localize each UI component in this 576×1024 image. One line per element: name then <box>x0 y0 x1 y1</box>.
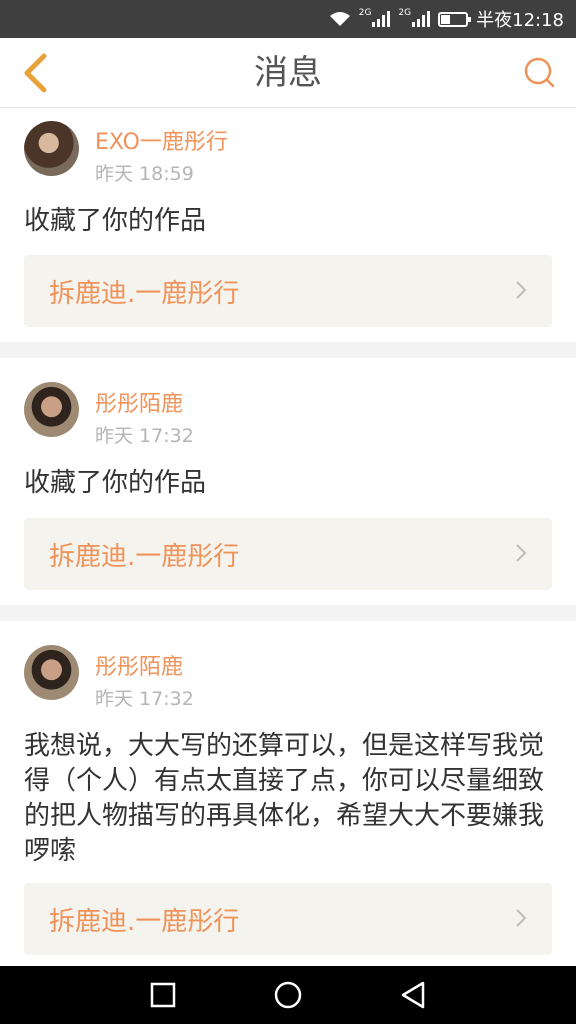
message-time: 昨天 17:32 <box>95 688 194 710</box>
clock: 半夜12:18 <box>476 10 564 31</box>
network-type-label: 2G <box>398 8 412 18</box>
message-time: 昨天 17:32 <box>95 425 194 447</box>
status-bar: 2G 2G 半夜12:18 <box>0 0 576 38</box>
work-link[interactable]: 拆鹿迪.一鹿彤行 <box>24 255 552 327</box>
divider <box>0 605 576 621</box>
chevron-right-icon <box>516 281 527 299</box>
message-username[interactable]: 彤彤陌鹿 <box>95 649 183 681</box>
message-card: 彤彤陌鹿 昨天 17:32 收藏了你的作品 拆鹿迪.一鹿彤行 <box>0 358 576 605</box>
message-text: 收藏了你的作品 <box>24 468 207 498</box>
message-text: 收藏了你的作品 <box>24 206 207 236</box>
message-username[interactable]: EXO一鹿彤行 <box>95 124 228 156</box>
work-link[interactable]: 拆鹿迪.一鹿彤行 <box>24 518 552 590</box>
signal-icon: 2G <box>358 8 391 27</box>
chevron-right-icon <box>516 909 527 927</box>
search-button[interactable] <box>516 50 562 96</box>
search-icon <box>524 57 555 88</box>
chevron-right-icon <box>516 544 527 562</box>
recent-apps-button[interactable] <box>143 975 183 1015</box>
page-title: 消息 <box>254 53 322 93</box>
back-nav-button[interactable] <box>393 975 433 1015</box>
message-list[interactable]: EXO一鹿彤行 昨天 18:59 收藏了你的作品 拆鹿迪.一鹿彤行 彤彤陌鹿 昨… <box>0 108 576 966</box>
message-text: 我想说，大大写的还算可以，但是这样写我觉得（个人）有点太直接了点，你可以尽量细致… <box>24 731 545 866</box>
circle-icon <box>274 981 302 1009</box>
square-icon <box>150 982 175 1008</box>
network-type-label: 2G <box>358 8 372 18</box>
work-title: 拆鹿迪.一鹿彤行 <box>49 278 240 309</box>
signal-icon: 2G <box>398 8 431 27</box>
avatar[interactable] <box>24 382 79 437</box>
work-title: 拆鹿迪.一鹿彤行 <box>49 906 240 937</box>
home-button[interactable] <box>268 975 308 1015</box>
header: 消息 <box>0 38 576 108</box>
battery-icon <box>438 11 472 27</box>
avatar[interactable] <box>24 121 79 176</box>
message-card: 彤彤陌鹿 昨天 17:32 我想说，大大写的还算可以，但是这样写我觉得（个人）有… <box>0 621 576 966</box>
avatar[interactable] <box>24 645 79 700</box>
message-time: 昨天 18:59 <box>95 163 194 185</box>
work-title: 拆鹿迪.一鹿彤行 <box>49 541 240 572</box>
work-link[interactable]: 拆鹿迪.一鹿彤行 <box>24 883 552 955</box>
message-card: EXO一鹿彤行 昨天 18:59 收藏了你的作品 拆鹿迪.一鹿彤行 <box>0 108 576 342</box>
system-nav-bar <box>0 966 576 1024</box>
message-username[interactable]: 彤彤陌鹿 <box>95 386 183 418</box>
triangle-back-icon <box>402 981 425 1009</box>
wifi-icon <box>329 11 351 27</box>
divider <box>0 342 576 358</box>
